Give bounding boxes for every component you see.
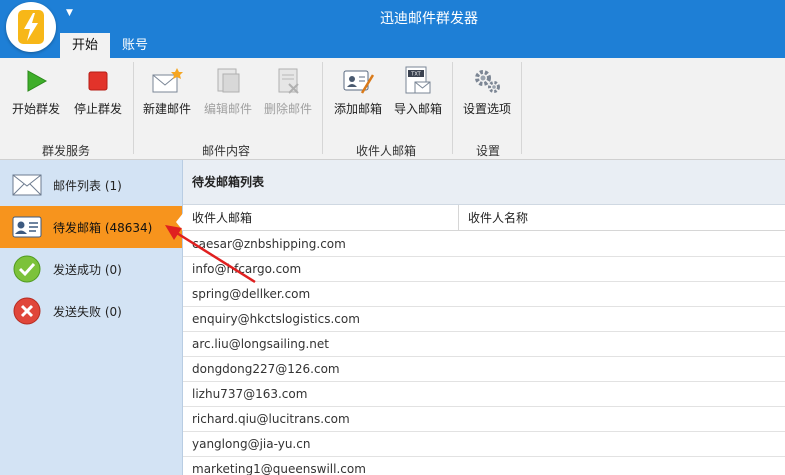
sidebar-item-label: 邮件列表 (1)	[53, 178, 122, 193]
quick-access-dropdown-icon[interactable]: ▼	[66, 8, 73, 18]
sidebar-item-pending-mailbox[interactable]: 待发邮箱 (48634)	[0, 206, 182, 248]
import-mailbox-button[interactable]: TXT 导入邮箱	[390, 64, 446, 117]
group-label-send-service: 群发服务	[41, 144, 90, 158]
sidebar-item-mail-list[interactable]: 邮件列表 (1)	[0, 164, 182, 206]
import-mailbox-label: 导入邮箱	[393, 102, 442, 116]
new-mail-icon	[152, 68, 183, 93]
sidebar-item-send-success[interactable]: 发送成功 (0)	[0, 248, 182, 290]
edit-mail-icon	[217, 68, 240, 93]
sidebar-item-label: 待发邮箱 (48634)	[53, 220, 153, 235]
group-label-mail-content: 邮件内容	[201, 144, 250, 158]
group-label-settings: 设置	[475, 144, 500, 158]
settings-label: 设置选项	[462, 102, 511, 116]
stop-icon	[88, 71, 108, 91]
envelope-icon	[12, 174, 42, 196]
import-txt-icon: TXT	[405, 66, 431, 94]
ribbon: 开始群发 停止群发 新建邮件 编辑邮件 删除邮件 添加邮箱 TXT 导入邮箱 设…	[0, 58, 785, 160]
table-row[interactable]: yanglong@jia-yu.cn	[183, 432, 785, 457]
start-send-button[interactable]: 开始群发	[8, 64, 64, 117]
check-circle-icon	[13, 255, 41, 283]
edit-mail-label: 编辑邮件	[203, 102, 252, 116]
delete-mail-label: 删除邮件	[263, 102, 312, 116]
error-circle-icon	[13, 297, 41, 325]
panel-title: 待发邮箱列表	[183, 160, 785, 205]
tab-account[interactable]: 账号	[112, 33, 158, 58]
group-label-recipient-mailbox: 收件人邮箱	[355, 144, 416, 158]
delete-mail-button[interactable]: 删除邮件	[260, 64, 316, 117]
play-icon	[27, 70, 48, 92]
table-row[interactable]: dongdong227@126.com	[183, 357, 785, 382]
contact-card-icon	[12, 216, 42, 238]
table-row[interactable]: richard.qiu@lucitrans.com	[183, 407, 785, 432]
table-row[interactable]: caesar@znbshipping.com	[183, 232, 785, 257]
delete-mail-icon	[278, 68, 299, 94]
add-mailbox-button[interactable]: 添加邮箱	[330, 64, 386, 117]
table-row[interactable]: marketing1@queenswill.com	[183, 457, 785, 475]
ribbon-separator	[133, 62, 134, 154]
add-contact-icon	[343, 70, 374, 94]
title-bar: ▼ 迅迪邮件群发器 开始 账号	[0, 0, 785, 58]
sidebar-item-label: 发送失败 (0)	[53, 304, 122, 319]
start-send-label: 开始群发	[11, 102, 60, 116]
table-row[interactable]: info@hfcargo.com	[183, 257, 785, 282]
sidebar: 邮件列表 (1) 待发邮箱 (48634) 发送成功 (0) 发送失败 (0)	[0, 160, 183, 475]
stop-send-button[interactable]: 停止群发	[70, 64, 126, 117]
ribbon-separator	[322, 62, 323, 154]
main-panel: 待发邮箱列表 收件人邮箱 收件人名称 caesar@znbshipping.co…	[183, 160, 785, 475]
ribbon-separator	[452, 62, 453, 154]
column-header-recipient-name[interactable]: 收件人名称	[459, 205, 785, 231]
settings-button[interactable]: 设置选项	[459, 64, 515, 117]
app-title: 迅迪邮件群发器	[380, 11, 478, 27]
ribbon-separator	[521, 62, 522, 154]
edit-mail-button[interactable]: 编辑邮件	[200, 64, 256, 117]
sidebar-item-send-failed[interactable]: 发送失败 (0)	[0, 290, 182, 332]
new-mail-label: 新建邮件	[142, 102, 191, 116]
new-mail-button[interactable]: 新建邮件	[139, 64, 195, 117]
sidebar-item-label: 发送成功 (0)	[53, 262, 122, 277]
table-row[interactable]: enquiry@hkctslogistics.com	[183, 307, 785, 332]
column-header-recipient-email[interactable]: 收件人邮箱	[183, 205, 459, 231]
gears-icon	[475, 70, 500, 93]
add-mailbox-label: 添加邮箱	[333, 102, 382, 116]
recipient-list: caesar@znbshipping.com info@hfcargo.com …	[183, 232, 785, 475]
stop-send-label: 停止群发	[73, 102, 122, 116]
app-logo[interactable]	[6, 2, 56, 52]
lightning-icon	[18, 10, 44, 44]
table-row[interactable]: lizhu737@163.com	[183, 382, 785, 407]
svg-text:TXT: TXT	[410, 72, 421, 78]
table-row[interactable]: arc.liu@longsailing.net	[183, 332, 785, 357]
tab-start[interactable]: 开始	[60, 33, 110, 58]
table-row[interactable]: spring@dellker.com	[183, 282, 785, 307]
